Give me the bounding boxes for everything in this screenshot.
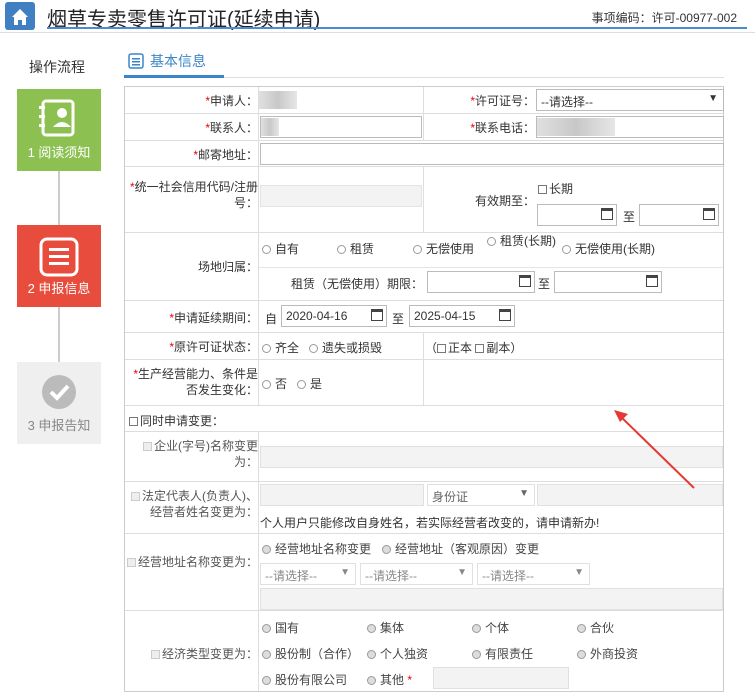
status-radio-complete[interactable]: 齐全	[262, 339, 299, 356]
other-economy-input[interactable]	[433, 667, 569, 689]
row-representative-change: 法定代表人(负责人)、经营者姓名变更为： 身份证 ▼ 个人用户只能修改自身姓名，若…	[125, 482, 723, 534]
home-icon[interactable]	[5, 2, 35, 30]
applicant-value-redacted	[259, 91, 297, 109]
econ-radio-joint-stock-ltd[interactable]: 股份有限公司	[262, 671, 347, 688]
row-applicant: *申请人： *许可证号： --请选择-- ▼	[125, 87, 724, 114]
step-connector	[58, 307, 60, 362]
new-rep-name-input[interactable]	[260, 484, 424, 506]
step-label: 3 申报告知	[27, 418, 91, 433]
valid-date-end[interactable]	[639, 204, 719, 226]
row-simultaneous-change: 同时申请变更：	[125, 406, 723, 432]
row-extension-period: *申请延续期间： 自 2020-04-16 至 2025-04-15	[125, 301, 723, 333]
row-economy-change: 经济类型变更为： 国有 集体 个体 合伙 股份制（合作） 个人独资 有限责任 外…	[125, 611, 723, 693]
simultaneous-change-checkbox[interactable]: 同时申请变更：	[129, 412, 224, 429]
site-radio-free[interactable]: 无偿使用	[413, 240, 474, 257]
copy-checkbox[interactable]: 副本	[475, 341, 510, 355]
row-production-change: *生产经营能力、条件是否发生变化： 否 是	[125, 360, 723, 406]
tab-active-underline	[124, 75, 224, 78]
id-number-input[interactable]	[537, 484, 723, 506]
econ-radio-limited[interactable]: 有限责任	[472, 645, 533, 662]
step-label: 1 阅读须知	[27, 145, 91, 160]
addr-radio-objective[interactable]: 经营地址（客观原因）变更	[382, 540, 539, 557]
econ-radio-foreign[interactable]: 外商投资	[577, 645, 638, 662]
contact-input[interactable]	[260, 116, 422, 138]
row-site-ownership: 场地归属： 自有 租赁 无偿使用 租赁(长期) 无偿使用(长期) 租赁（无偿使用…	[125, 233, 723, 301]
check-circle-icon	[42, 375, 76, 409]
step-declare-info[interactable]: 2 申报信息	[17, 225, 101, 307]
basic-info-form: *申请人： *许可证号： --请选择-- ▼ *联系人： *联系电话： *邮寄地址…	[124, 86, 724, 692]
econ-radio-other[interactable]: 其他 *	[367, 671, 412, 688]
top-bar: 烟草专卖零售许可证(延续申请) 事项编码：许可-00977-002	[0, 0, 755, 33]
address-input[interactable]	[260, 143, 724, 165]
site-radio-lease-long[interactable]: 租赁(长期)	[487, 235, 559, 248]
city-select[interactable]: --请选择-- ▼	[360, 563, 473, 585]
econ-radio-sole-proprietor[interactable]: 个人独资	[367, 645, 428, 662]
site-radio-own[interactable]: 自有	[262, 240, 299, 257]
step-label: 2 申报信息	[27, 281, 91, 296]
extension-date-start[interactable]: 2020-04-16	[281, 305, 387, 327]
tab-label: 基本信息	[150, 53, 206, 69]
lease-date-end[interactable]	[554, 271, 662, 293]
original-checkbox[interactable]: 正本	[437, 341, 472, 355]
step-read-notice[interactable]: 1 阅读须知	[17, 89, 101, 171]
valid-date-start[interactable]	[537, 204, 617, 226]
econ-radio-collective[interactable]: 集体	[367, 619, 404, 636]
lease-date-start[interactable]	[427, 271, 535, 293]
credit-code-input[interactable]	[260, 185, 422, 207]
row-contact: *联系人： *联系电话：	[125, 114, 724, 141]
status-radio-lost[interactable]: 遗失或损毁	[309, 339, 382, 356]
id-type-select[interactable]: 身份证 ▼	[427, 484, 535, 506]
change-radio-no[interactable]: 否	[262, 375, 287, 392]
license-number-select[interactable]: --请选择-- ▼	[536, 89, 724, 111]
econ-radio-individual[interactable]: 个体	[472, 619, 509, 636]
econ-radio-joint-stock-coop[interactable]: 股份制（合作）	[262, 645, 359, 662]
row-address: *邮寄地址：	[125, 141, 724, 167]
sidebar-title: 操作流程	[29, 59, 85, 75]
longterm-checkbox[interactable]: 长期	[538, 180, 573, 197]
extension-date-end[interactable]: 2025-04-15	[409, 305, 515, 327]
econ-radio-partnership[interactable]: 合伙	[577, 619, 614, 636]
document-list-icon	[39, 237, 79, 277]
tab-basic-info[interactable]: 基本信息	[128, 51, 206, 71]
rep-change-note: 个人用户只能修改自身姓名，若实际经营者改变的，请申请新办!	[260, 516, 600, 530]
district-select[interactable]: --请选择-- ▼	[477, 563, 590, 585]
econ-radio-state[interactable]: 国有	[262, 619, 299, 636]
addr-radio-name[interactable]: 经营地址名称变更	[262, 540, 371, 557]
site-radio-free-long[interactable]: 无偿使用(长期)	[562, 240, 655, 257]
row-license-status: *原许可证状态： 齐全 遗失或损毁 （正本 副本）	[125, 333, 723, 360]
list-icon	[128, 53, 144, 69]
contact-book-icon	[39, 99, 75, 137]
step-connector	[58, 171, 60, 225]
title-underline	[47, 27, 747, 29]
row-name-change: 企业(字号)名称变更为：	[125, 432, 723, 482]
site-radio-lease[interactable]: 租赁	[337, 240, 374, 257]
item-code: 事项编码：许可-00977-002	[591, 11, 737, 25]
new-name-input[interactable]	[260, 446, 723, 468]
row-credit-code: *统一社会信用代码/注册号： 有效期至： 长期 至	[125, 167, 723, 233]
change-radio-yes[interactable]: 是	[297, 375, 322, 392]
row-address-change: 经营地址名称变更为： 经营地址名称变更 经营地址（客观原因）变更 --请选择--…	[125, 534, 723, 611]
province-select[interactable]: --请选择-- ▼	[260, 563, 356, 585]
step-declare-notice[interactable]: 3 申报告知	[17, 362, 101, 444]
new-address-input[interactable]	[260, 588, 723, 610]
